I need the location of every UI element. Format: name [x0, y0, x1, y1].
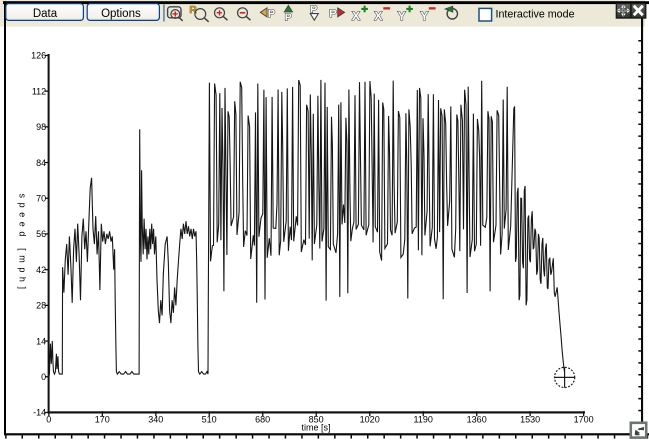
svg-text:56: 56 [36, 229, 46, 239]
svg-text:speed [mph]: speed [mph] [17, 194, 27, 294]
svg-text:14: 14 [36, 336, 46, 346]
svg-text:170: 170 [95, 414, 110, 424]
svg-text:1700: 1700 [574, 414, 594, 424]
svg-text:28: 28 [36, 301, 46, 311]
svg-text:Interactive mode: Interactive mode [496, 9, 575, 21]
svg-text:X: X [352, 9, 361, 23]
svg-text:84: 84 [36, 158, 46, 168]
svg-text:P: P [268, 8, 275, 20]
svg-text:Options: Options [101, 8, 141, 20]
svg-text:P: P [329, 8, 336, 20]
svg-text:680: 680 [255, 414, 270, 424]
svg-text:112: 112 [32, 86, 46, 96]
svg-text:-14: -14 [33, 408, 46, 418]
svg-text:510: 510 [202, 414, 217, 424]
svg-text:0: 0 [46, 414, 51, 424]
svg-text:P: P [285, 12, 292, 24]
svg-text:1360: 1360 [467, 414, 487, 424]
svg-text:340: 340 [148, 414, 163, 424]
svg-text:Y: Y [420, 9, 428, 23]
svg-text:time [s]: time [s] [301, 422, 330, 432]
svg-text:Y: Y [398, 9, 406, 23]
svg-text:98: 98 [36, 122, 46, 132]
svg-text:X: X [374, 9, 383, 23]
svg-text:126: 126 [31, 51, 46, 61]
svg-text:1020: 1020 [360, 414, 380, 424]
svg-text:42: 42 [36, 265, 46, 275]
svg-text:Data: Data [33, 8, 58, 20]
svg-text:0: 0 [41, 372, 46, 382]
svg-text:1190: 1190 [414, 414, 433, 424]
svg-text:70: 70 [36, 194, 46, 204]
svg-text:1530: 1530 [520, 414, 540, 424]
